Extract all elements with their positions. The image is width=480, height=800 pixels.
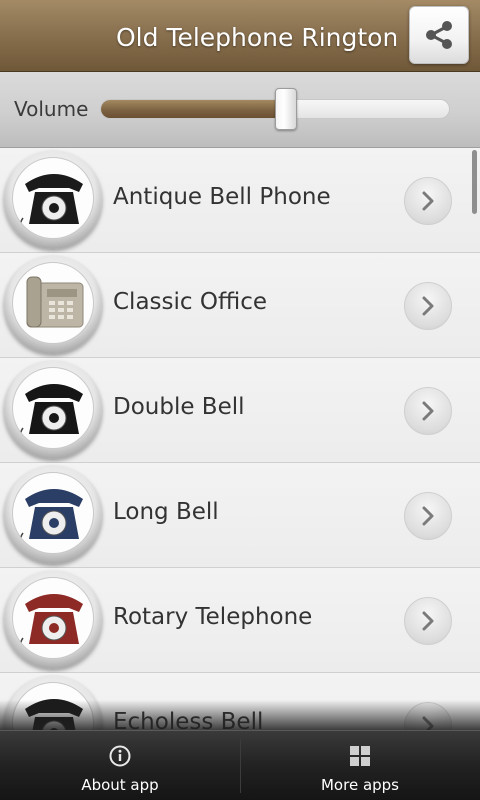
- ringtone-label: Long Bell: [113, 499, 219, 525]
- ringtone-item[interactable]: Classic Office: [0, 253, 480, 358]
- ringtone-thumbnail: [4, 466, 102, 564]
- chevron-right-icon: [422, 401, 434, 421]
- ringtone-thumbnail: [4, 151, 102, 249]
- grid-icon: [348, 744, 372, 768]
- volume-slider-fill: [101, 100, 287, 118]
- rotary-phone-icon: [12, 157, 94, 239]
- play-button[interactable]: [404, 597, 452, 645]
- play-button[interactable]: [404, 282, 452, 330]
- volume-slider-thumb[interactable]: [275, 88, 297, 130]
- chevron-right-icon: [422, 191, 434, 211]
- play-button[interactable]: [404, 492, 452, 540]
- about-app-button[interactable]: About app: [0, 731, 240, 800]
- scrollbar[interactable]: [472, 150, 477, 214]
- ringtone-thumbnail: [4, 361, 102, 459]
- chevron-right-icon: [422, 506, 434, 526]
- ringtone-thumbnail: [4, 571, 102, 669]
- header: Old Telephone Rington: [0, 0, 480, 72]
- chevron-right-icon: [422, 611, 434, 631]
- office-phone-icon: [12, 262, 94, 344]
- ringtone-label: Antique Bell Phone: [113, 184, 331, 210]
- info-icon: [108, 744, 132, 768]
- ringtone-label: Classic Office: [113, 289, 267, 315]
- list-fade: [0, 700, 480, 730]
- ringtone-list[interactable]: Antique Bell Phone Classic Office Double B…: [0, 148, 480, 730]
- ringtone-thumbnail: [4, 256, 102, 354]
- ringtone-item[interactable]: Long Bell: [0, 463, 480, 568]
- more-apps-button[interactable]: More apps: [240, 731, 480, 800]
- volume-label: Volume: [14, 97, 89, 121]
- ringtone-item[interactable]: Antique Bell Phone: [0, 148, 480, 253]
- bottom-nav: About app More apps: [0, 730, 480, 800]
- rotary-phone-icon: [12, 577, 94, 659]
- rotary-phone-icon: [12, 472, 94, 554]
- ringtone-item[interactable]: Double Bell: [0, 358, 480, 463]
- rotary-phone-icon: [12, 367, 94, 449]
- app-title: Old Telephone Rington: [116, 23, 396, 52]
- share-icon: [426, 21, 452, 49]
- ringtone-label: Double Bell: [113, 394, 245, 420]
- more-apps-label: More apps: [320, 776, 399, 794]
- ringtone-label: Rotary Telephone: [113, 604, 313, 630]
- about-app-label: About app: [81, 776, 159, 794]
- play-button[interactable]: [404, 387, 452, 435]
- volume-bar: Volume: [0, 72, 480, 148]
- chevron-right-icon: [422, 296, 434, 316]
- share-button[interactable]: [409, 6, 469, 64]
- play-button[interactable]: [404, 177, 452, 225]
- ringtone-item[interactable]: Rotary Telephone: [0, 568, 480, 673]
